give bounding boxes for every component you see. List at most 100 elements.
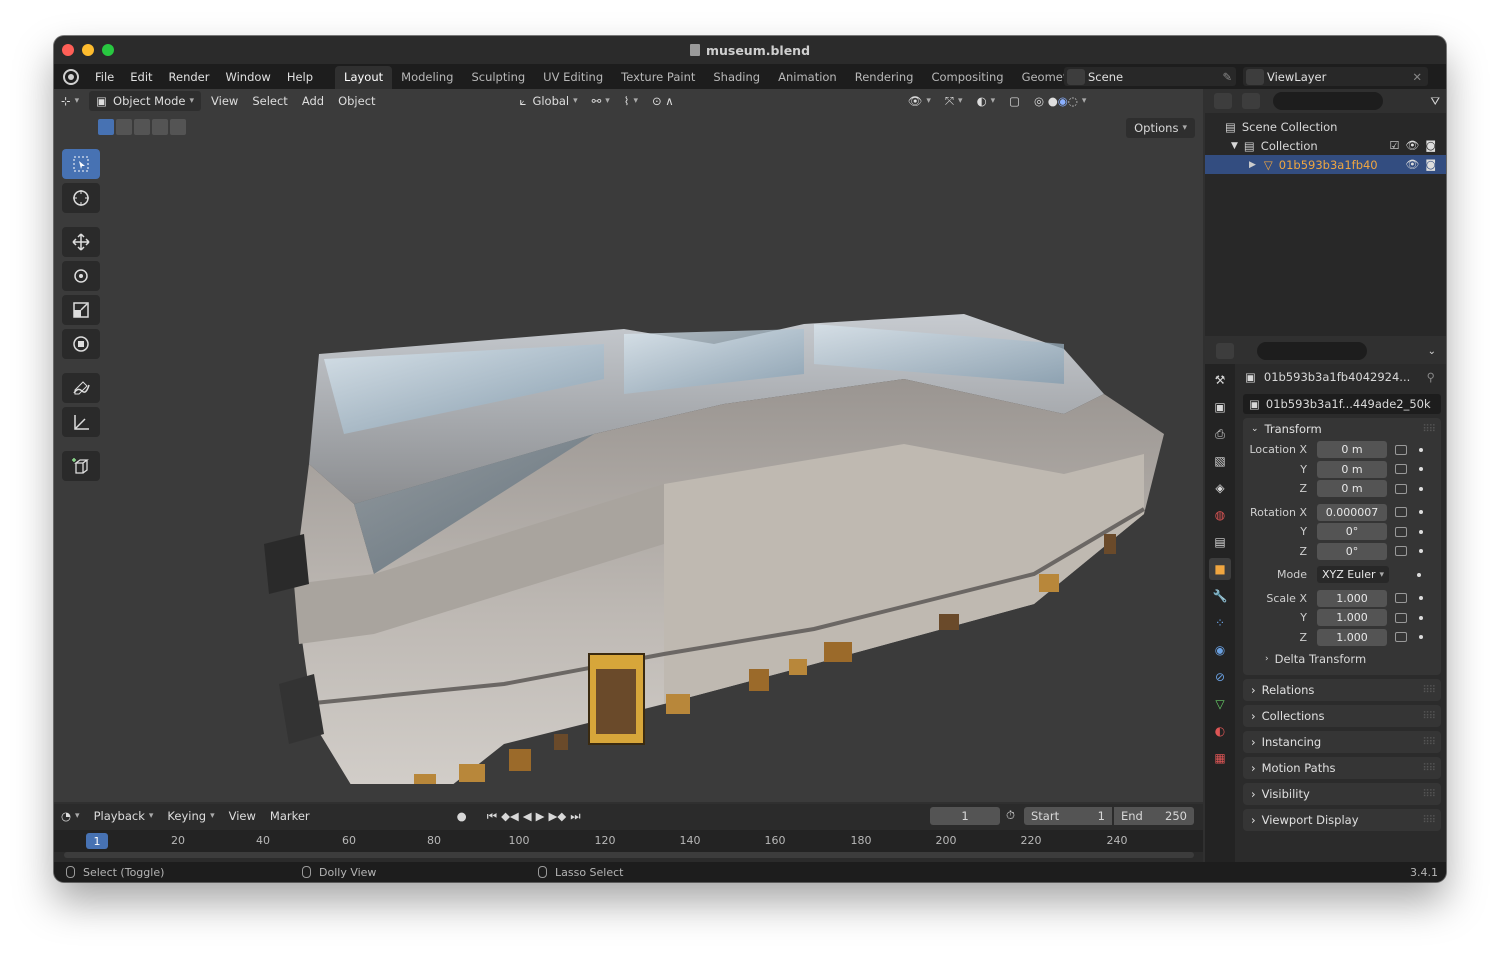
filter-icon[interactable]: ⛛ xyxy=(1430,94,1440,109)
lock-icon[interactable] xyxy=(1395,464,1407,475)
chevron-down-icon[interactable]: ⌄ xyxy=(1428,346,1436,357)
object-data-selector[interactable]: ▣ 01b593b3a1f...449ade2_50k xyxy=(1243,394,1441,414)
proportional-edit-button[interactable]: ⊙ ∧ xyxy=(645,91,681,111)
tab-compositing[interactable]: Compositing xyxy=(922,66,1012,89)
blender-logo-icon[interactable] xyxy=(63,68,79,85)
visibility-button[interactable]: 👁 ▾ xyxy=(901,91,938,111)
move-tool[interactable] xyxy=(62,227,100,257)
overlay-button[interactable]: ◐ ▾ xyxy=(970,91,1003,111)
pivot-point-button[interactable]: ⚯ ▾ xyxy=(585,91,617,111)
3d-viewport[interactable]: ⊹ ▾ ▣ Object Mode ▾ View Select Add Objec… xyxy=(54,89,1203,802)
visibility-panel[interactable]: › Visibility ⠿⠿ xyxy=(1243,783,1441,805)
grip-icon[interactable]: ⠿⠿ xyxy=(1422,789,1436,800)
select-box-tool[interactable] xyxy=(62,149,100,179)
expand-arrow-icon[interactable]: ▼ xyxy=(1231,141,1238,151)
lock-icon[interactable] xyxy=(1395,593,1407,604)
keyframe-dot-icon[interactable] xyxy=(1419,447,1423,452)
menu-help[interactable]: Help xyxy=(279,70,321,84)
keyframe-dot-icon[interactable] xyxy=(1417,572,1421,577)
editor-type-button[interactable]: ⊹ ▾ xyxy=(54,91,86,111)
scene-tab-icon[interactable]: ◈ xyxy=(1209,477,1231,499)
stopwatch-icon[interactable]: ⏱ xyxy=(1006,808,1015,823)
texture-tab-icon[interactable]: ▦ xyxy=(1209,747,1231,769)
object-mode-dropdown[interactable]: ▣ Object Mode ▾ xyxy=(89,91,202,111)
prev-keyframe-icon[interactable]: ◆◀ xyxy=(501,809,519,823)
tab-shading[interactable]: Shading xyxy=(704,66,769,89)
play-reverse-icon[interactable]: ◀ xyxy=(523,809,532,823)
lock-icon[interactable] xyxy=(1395,612,1407,623)
transform-orientation-dropdown[interactable]: ⟀ Global ▾ xyxy=(513,91,585,111)
lock-icon[interactable] xyxy=(1395,632,1407,643)
delta-transform-subpanel[interactable]: › Delta Transform xyxy=(1243,647,1441,671)
lock-icon[interactable] xyxy=(1395,507,1407,518)
rotation-x-field[interactable]: 0.000007 xyxy=(1317,503,1387,521)
lock-icon[interactable] xyxy=(1395,546,1407,557)
gizmo-button[interactable]: ⤧ ▾ xyxy=(938,91,970,111)
measure-tool[interactable] xyxy=(62,407,100,437)
outliner-search-input[interactable] xyxy=(1273,92,1383,110)
modifier-tab-icon[interactable]: 🔧 xyxy=(1209,585,1231,607)
viewport-menu-add[interactable]: Add xyxy=(295,91,331,111)
outliner-editor-type-icon[interactable] xyxy=(1214,93,1232,109)
tab-layout[interactable]: Layout xyxy=(335,66,393,89)
transform-panel-header[interactable]: ⌄ Transform ⠿⠿ xyxy=(1243,418,1441,440)
playhead[interactable]: 1 xyxy=(86,833,108,849)
properties-search-input[interactable] xyxy=(1257,342,1367,360)
rotation-z-field[interactable]: 0° xyxy=(1317,542,1387,560)
properties-editor-type-icon[interactable] xyxy=(1216,343,1234,359)
lock-icon[interactable] xyxy=(1395,444,1407,455)
tab-sculpting[interactable]: Sculpting xyxy=(462,66,534,89)
playback-menu[interactable]: Playback ▾ xyxy=(87,806,161,826)
rotate-tool[interactable] xyxy=(62,261,100,291)
scene-selector[interactable]: Scene ✎ xyxy=(1064,67,1236,86)
shading-buttons[interactable]: ◎ ● ◉ ◌ ▾ xyxy=(1027,91,1093,111)
relations-panel[interactable]: › Relations ⠿⠿ xyxy=(1243,679,1441,701)
grip-icon[interactable]: ⠿⠿ xyxy=(1422,737,1436,748)
outliner-row-scene-collection[interactable]: ▤ Scene Collection xyxy=(1205,117,1446,136)
view-layer-tab-icon[interactable]: ▧ xyxy=(1209,450,1231,472)
menu-edit[interactable]: Edit xyxy=(122,70,160,84)
end-frame-field[interactable]: End 250 xyxy=(1114,807,1194,825)
lock-icon[interactable] xyxy=(1395,526,1407,537)
close-icon[interactable]: ✕ xyxy=(1412,70,1422,84)
viewport-menu-select[interactable]: Select xyxy=(245,91,294,111)
grip-icon[interactable]: ⠿⠿ xyxy=(1422,424,1436,435)
close-window-button[interactable] xyxy=(62,44,74,56)
object-tab-icon[interactable]: ■ xyxy=(1209,558,1231,580)
grip-icon[interactable]: ⠿⠿ xyxy=(1422,815,1436,826)
keyframe-dot-icon[interactable] xyxy=(1419,467,1423,472)
cursor-tool[interactable] xyxy=(62,183,100,213)
keyframe-dot-icon[interactable] xyxy=(1419,596,1423,601)
scale-y-field[interactable]: 1.000 xyxy=(1317,609,1387,627)
tab-animation[interactable]: Animation xyxy=(769,66,846,89)
select-intersect-icon[interactable] xyxy=(170,119,186,135)
tab-texture-paint[interactable]: Texture Paint xyxy=(612,66,704,89)
keyframe-dot-icon[interactable] xyxy=(1419,635,1423,640)
tab-uv-editing[interactable]: UV Editing xyxy=(534,66,612,89)
camera-icon[interactable]: ◙ xyxy=(1425,139,1436,152)
display-mode-icon[interactable] xyxy=(1242,93,1260,109)
record-icon[interactable]: ● xyxy=(457,809,467,823)
tab-modeling[interactable]: Modeling xyxy=(392,66,462,89)
data-tab-icon[interactable]: ▽ xyxy=(1209,693,1231,715)
xray-button[interactable]: ▢ xyxy=(1002,91,1027,111)
pin-icon[interactable]: ⚲ xyxy=(1427,370,1435,384)
rotation-mode-dropdown[interactable]: XYZ Euler ▾ xyxy=(1317,566,1389,584)
timeline-menu-marker[interactable]: Marker xyxy=(263,806,317,826)
jump-start-icon[interactable]: ⏮ xyxy=(487,809,497,824)
keyframe-dot-icon[interactable] xyxy=(1419,615,1423,620)
zoom-window-button[interactable] xyxy=(102,44,114,56)
select-invert-icon[interactable] xyxy=(152,119,168,135)
museum-3d-model[interactable] xyxy=(204,284,1164,784)
lock-icon[interactable] xyxy=(1395,483,1407,494)
location-y-field[interactable]: 0 m xyxy=(1317,460,1387,478)
timeline-scrollbar[interactable] xyxy=(64,852,1194,858)
motion-paths-panel[interactable]: › Motion Paths ⠿⠿ xyxy=(1243,757,1441,779)
jump-end-icon[interactable]: ⏭ xyxy=(570,809,580,824)
viewport-menu-view[interactable]: View xyxy=(204,91,245,111)
keyframe-dot-icon[interactable] xyxy=(1419,486,1423,491)
timeline-editor-type-button[interactable]: ◔ ▾ xyxy=(54,806,87,826)
snap-button[interactable]: ⌇ ▾ xyxy=(617,91,645,111)
world-tab-icon[interactable]: ◍ xyxy=(1209,504,1231,526)
timeline-menu-view[interactable]: View xyxy=(222,806,263,826)
